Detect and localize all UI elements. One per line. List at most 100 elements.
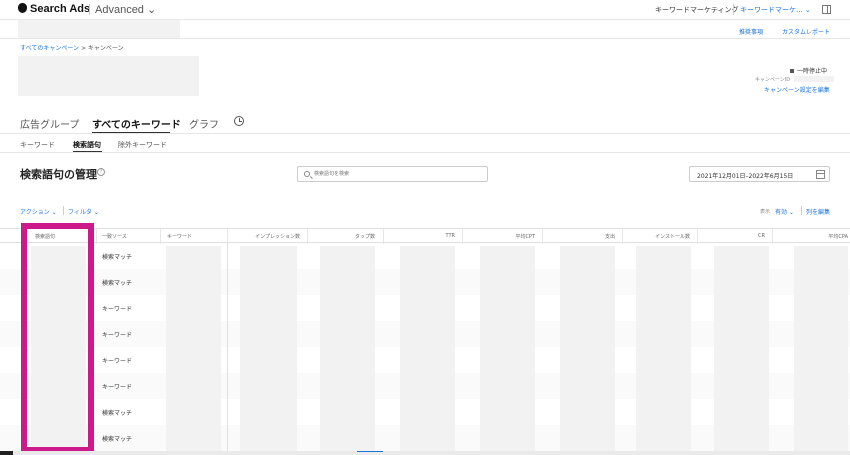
divider <box>89 4 90 15</box>
source-cell: キーワード <box>102 332 133 339</box>
brand-name: Search Ads <box>30 3 91 15</box>
column-header-ttr[interactable]: TTR <box>420 233 456 239</box>
divider <box>0 152 850 153</box>
product-name: Advanced <box>95 4 144 16</box>
date-range-text: 2021年12月01日–2022年6月15日 <box>697 173 794 180</box>
custom-reports-link[interactable]: カスタムレポート <box>782 27 830 36</box>
divider <box>63 206 64 215</box>
chevron-down-icon: ⌄ <box>49 209 57 216</box>
breadcrumb-separator: > <box>80 45 86 52</box>
account-name: キーワードマーケ... <box>740 6 803 14</box>
subtab-keywords[interactable]: キーワード <box>20 140 55 150</box>
column-divider <box>697 229 698 244</box>
campaign-id-label: キャンペーンID <box>755 77 791 83</box>
campaign-name-redacted <box>18 56 199 96</box>
subtab-search-terms[interactable]: 検索語句 <box>73 140 101 150</box>
chevron-down-icon: ⌄ <box>143 4 157 16</box>
breadcrumb: すべてのキャンペーン > キャンペーン <box>20 43 124 52</box>
display-filter-select[interactable]: 有効 ⌄ <box>775 207 794 216</box>
column-divider <box>462 229 463 244</box>
actions-menu[interactable]: アクション ⌄ <box>20 207 57 216</box>
tab-graph[interactable]: グラフ <box>189 116 219 131</box>
status-text: 一時停止中 <box>797 68 828 75</box>
column-divider <box>227 229 228 244</box>
page-title: 検索語句の管理 <box>20 168 97 181</box>
frozen-column-divider <box>227 243 228 453</box>
source-cell: キーワード <box>102 306 133 313</box>
display-value: 有効 <box>775 209 788 216</box>
divider <box>801 206 802 215</box>
actions-label: アクション <box>20 209 50 216</box>
info-icon[interactable]: ? <box>97 168 105 176</box>
redacted-area <box>18 20 180 38</box>
panel-toggle-icon[interactable] <box>822 5 831 14</box>
tab-ad-groups[interactable]: 広告グループ <box>20 116 79 131</box>
chevron-down-icon: ⌄ <box>91 209 99 216</box>
chevron-down-icon: ⌄ <box>787 209 794 216</box>
column-header-cr[interactable]: CR <box>735 233 765 239</box>
redacted-taps <box>320 246 375 453</box>
divider <box>0 38 850 39</box>
redacted-impressions <box>240 246 297 453</box>
source-cell: キーワード <box>102 384 133 391</box>
column-divider <box>307 229 308 244</box>
recommendations-link[interactable]: 推奨事項 <box>739 27 763 36</box>
filter-label: フィルタ <box>68 209 92 216</box>
redacted-avg-cpt <box>480 246 535 453</box>
redacted-ttr <box>400 246 455 453</box>
display-label: 表示 <box>760 209 771 215</box>
column-divider <box>622 229 623 244</box>
calendar-icon <box>816 170 825 179</box>
highlight-box <box>21 223 94 453</box>
column-header-installs[interactable]: インストール数 <box>640 233 690 240</box>
column-divider <box>383 229 384 244</box>
source-cell: 検索マッチ <box>102 410 133 417</box>
search-terms-table: 検索語句 一致ソース キーワード インプレッション数 タップ数 TTR 平均CP… <box>0 228 850 453</box>
source-cell: 検索マッチ <box>102 436 133 443</box>
column-header-impressions[interactable]: インプレッション数 <box>250 233 300 240</box>
column-divider <box>160 229 161 244</box>
redacted-avg-cpa <box>794 246 848 453</box>
search-input[interactable] <box>297 166 488 182</box>
status-badge: 一時停止中 <box>790 66 827 75</box>
account-menu[interactable]: キーワードマーケ... ⌄ <box>740 5 811 15</box>
taskbar-edge <box>0 451 13 455</box>
column-divider <box>542 229 543 244</box>
column-header-source[interactable]: 一致ソース <box>102 233 127 240</box>
breadcrumb-all-campaigns[interactable]: すべてのキャンペーン <box>20 45 79 52</box>
history-icon[interactable] <box>234 116 244 126</box>
column-header-keyword[interactable]: キーワード <box>167 233 192 240</box>
horizontal-scrollbar[interactable] <box>0 451 850 455</box>
pause-icon <box>790 69 794 73</box>
date-range-picker[interactable]: 2021年12月01日–2022年6月15日 <box>689 166 830 182</box>
brand[interactable]: Search Ads <box>18 3 90 15</box>
redacted-keywords <box>166 246 221 453</box>
source-cell: キーワード <box>102 358 133 365</box>
redacted-cr <box>714 246 769 453</box>
edit-campaign-settings-link[interactable]: キャンペーン設定を編集 <box>764 85 830 94</box>
redacted-spend <box>560 246 615 453</box>
divider <box>733 4 734 15</box>
column-header-avg-cpt[interactable]: 平均CPT <box>500 233 535 240</box>
org-name: キーワードマーケティング <box>655 6 739 14</box>
tab-all-keywords[interactable]: すべてのキーワード <box>92 116 181 131</box>
column-header-spend[interactable]: 支出 <box>580 233 615 240</box>
chevron-down-icon: ⌄ <box>802 6 811 14</box>
redacted-installs <box>636 246 691 453</box>
column-divider <box>96 229 97 244</box>
filter-menu[interactable]: フィルタ ⌄ <box>68 207 99 216</box>
scroll-indicator <box>357 451 383 452</box>
column-header-taps[interactable]: タップ数 <box>330 233 375 240</box>
subtab-negative-keywords[interactable]: 除外キーワード <box>118 140 167 150</box>
source-cell: 検索マッチ <box>102 254 133 261</box>
top-bar: Search Ads Advanced ⌄ キーワードマーケティング キーワード… <box>0 0 850 20</box>
search-icon <box>304 171 310 177</box>
table-header: 検索語句 一致ソース キーワード インプレッション数 タップ数 TTR 平均CP… <box>0 228 850 244</box>
divider <box>0 133 850 134</box>
column-divider <box>772 229 773 244</box>
product-switcher[interactable]: Advanced ⌄ <box>95 3 156 16</box>
source-cell: 検索マッチ <box>102 280 133 287</box>
edit-columns-link[interactable]: 列を編集 <box>806 207 830 216</box>
search-field[interactable] <box>314 169 484 179</box>
column-header-avg-cpa[interactable]: 平均CPA <box>810 233 848 240</box>
